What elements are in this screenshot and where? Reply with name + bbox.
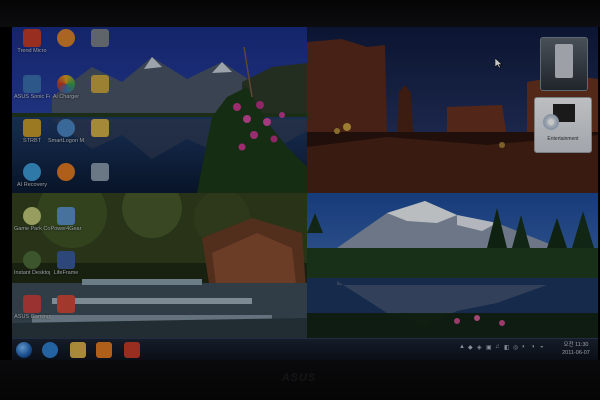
yellow-folder-icon: [91, 119, 109, 137]
wallpaper-mountain-lake: [307, 193, 598, 338]
red-app-icon: [57, 295, 75, 313]
ai-charger-icon: [57, 75, 75, 93]
tray-icon-2[interactable]: ◈: [477, 344, 482, 351]
trend-micro-icon: [23, 29, 41, 47]
entertainment-gadget[interactable]: Entertainment: [534, 97, 592, 153]
desktop-icon-app-6[interactable]: [82, 75, 118, 107]
tray-icon-8[interactable]: ◑: [531, 344, 535, 350]
sonic-focus-icon: [23, 75, 41, 93]
instant-desktop-icon: [23, 251, 41, 269]
desktop-icon-asus-sonic-focus[interactable]: ASUS Sonic Focus: [14, 75, 50, 107]
desktop-icon-game-park[interactable]: Game Park Console: [14, 207, 50, 239]
desktop-icon-trend-micro[interactable]: Trend Micro: [14, 29, 50, 61]
desktop-icon-smartlogon[interactable]: SmartLogon Manager: [48, 119, 84, 151]
lifeframe-icon: [57, 251, 75, 269]
smartlogon-icon: [57, 119, 75, 137]
grey-app-icon: [91, 29, 109, 47]
desktop-icon-lifeframe[interactable]: LifeFrame: [48, 251, 84, 283]
tray-icon-7[interactable]: ◐: [522, 344, 526, 350]
desktop-icon-ai-recovery[interactable]: AI Recovery: [14, 163, 50, 195]
mouse-cursor-icon: [495, 58, 503, 68]
desktop-icon-recycle-bin[interactable]: [82, 163, 118, 195]
media-player-icon[interactable]: [96, 342, 112, 358]
desktop-icon-label: AI Recovery: [17, 182, 47, 188]
desktop-icon-label: ASUS Gaming: [14, 314, 50, 320]
desktop-icon-app-2[interactable]: [48, 29, 84, 61]
desktop-icon-app-3[interactable]: [82, 29, 118, 61]
power4gear-icon: [57, 207, 75, 225]
tray-expand-icon[interactable]: ▲: [459, 344, 465, 350]
phone-gadget[interactable]: [540, 37, 588, 91]
desktop-icon-instant-desktop[interactable]: Instant Desktop: [14, 251, 50, 283]
desktop-icon-ai-charger[interactable]: Ai Charger: [48, 75, 84, 107]
monitor-bezel-top: [0, 0, 600, 27]
desktop-icon-grid: Trend Micro ASUS Sonic Focus Ai Charger …: [12, 27, 122, 337]
volume-icon[interactable]: ♫: [495, 344, 500, 350]
desktop-icon-app-9[interactable]: [82, 119, 118, 151]
monitor-brand-logo: ASUS: [281, 372, 317, 384]
tray-icon-3[interactable]: ▣: [486, 344, 492, 351]
ai-recovery-icon: [23, 163, 41, 181]
disc-icon: [543, 114, 559, 130]
recycle-bin-icon: [91, 163, 109, 181]
clock-date: 2011-06-07: [562, 350, 590, 356]
desktop-icon-app-11[interactable]: [48, 163, 84, 195]
desktop-screen: Trend Micro ASUS Sonic Focus Ai Charger …: [12, 27, 598, 360]
taskbar: ▲ ◆ ◈ ▣ ♫ ◧ ◎ ◐ ◑ ◒ 오전 11:30 2011-06-07: [12, 338, 598, 360]
tray-icon-6[interactable]: ◎: [513, 344, 518, 351]
orange-circle-icon: [57, 163, 75, 181]
desktop-icon-label: Trend Micro: [17, 48, 47, 54]
desktop-icon-label: SmartLogon Manager: [48, 138, 84, 144]
tray-icon-9[interactable]: ◒: [540, 344, 544, 350]
entertainment-gadget-label: Entertainment: [547, 136, 579, 142]
start-button[interactable]: [16, 342, 32, 358]
desktop-icon-label: Ai Charger: [52, 94, 80, 100]
desktop-icon-label: ASUS Sonic Focus: [14, 94, 50, 100]
orange-app-icon: [57, 29, 75, 47]
desktop-icon-label: Game Park Console: [14, 226, 50, 232]
desktop-icon-power4gear[interactable]: Power4Gear: [48, 207, 84, 239]
desktop-icon-label: LifeFrame: [53, 270, 79, 276]
desktop-icon-app-20[interactable]: [48, 295, 84, 327]
strbt-icon: [23, 119, 41, 137]
desktop-icon-label: Instant Desktop: [14, 270, 50, 276]
desktop-icon-label: Power4Gear: [50, 226, 82, 232]
game-icon[interactable]: [124, 342, 140, 358]
tray-icon-5[interactable]: ◧: [504, 344, 510, 351]
asus-gaming-icon: [23, 295, 41, 313]
desktop-icon-label: STRBT: [22, 138, 42, 144]
clock-time: 오전 11:30: [563, 342, 589, 348]
game-park-icon: [23, 207, 41, 225]
folder-icon[interactable]: [70, 342, 86, 358]
system-clock[interactable]: 오전 11:30 2011-06-07: [558, 341, 594, 357]
tray-icon-1[interactable]: ◆: [468, 344, 473, 351]
desktop-icon-strbt[interactable]: STRBT: [14, 119, 50, 151]
yellow-app-icon: [91, 75, 109, 93]
phone-gadget-icon: [555, 44, 573, 78]
internet-explorer-icon[interactable]: [42, 342, 58, 358]
desktop-icon-asus-gaming[interactable]: ASUS Gaming: [14, 295, 50, 327]
